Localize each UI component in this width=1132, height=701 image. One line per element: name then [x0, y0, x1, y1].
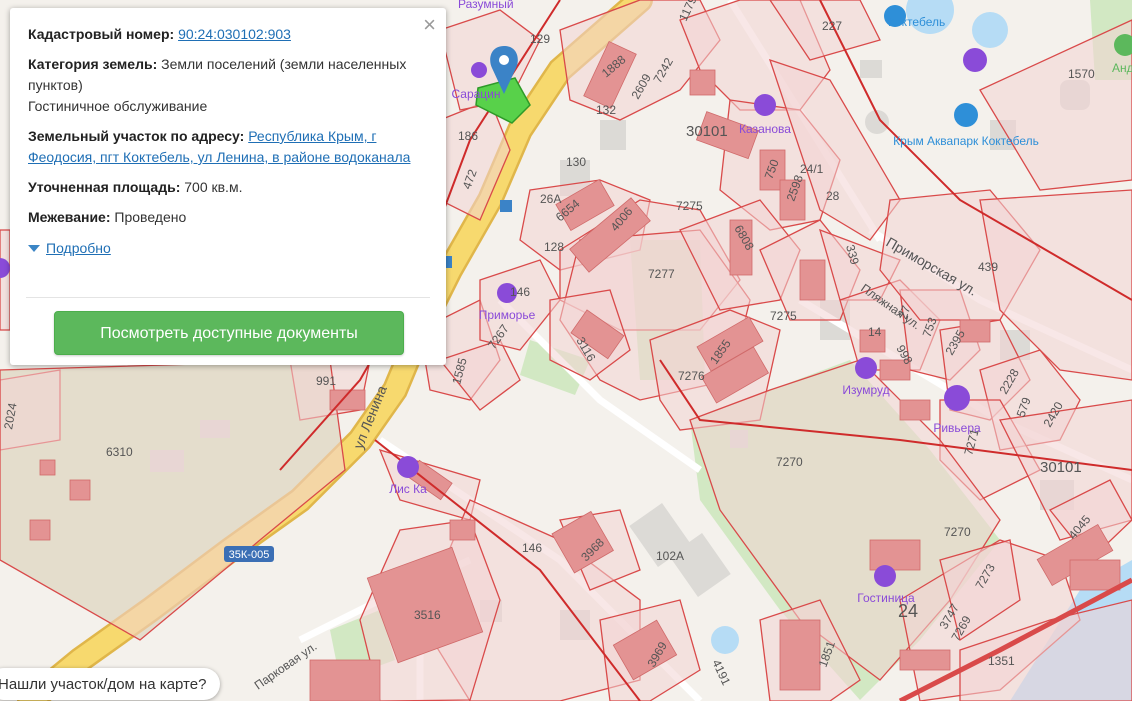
svg-text:227: 227 — [822, 19, 842, 33]
area-value: 700 кв.м. — [184, 179, 243, 195]
triangle-down-icon — [28, 245, 40, 252]
cadastral-label: Кадастровый номер: — [28, 26, 175, 42]
poi-label: Изумруд — [842, 383, 889, 397]
details-label: Подробно — [46, 240, 111, 256]
svg-text:146: 146 — [510, 285, 530, 299]
survey-label: Межевание: — [28, 209, 111, 225]
area-label: Уточненная площадь: — [28, 179, 181, 195]
poi-label: Казанова — [739, 122, 791, 136]
poi-label: Коктебель — [888, 15, 945, 29]
svg-text:7275: 7275 — [770, 309, 797, 323]
poi-label: Крым Аквапарк Коктебель — [893, 134, 1039, 148]
svg-text:7275: 7275 — [676, 199, 703, 213]
category-row: Категория земель: Земли поселений (земли… — [28, 54, 428, 117]
svg-text:991: 991 — [316, 374, 336, 388]
svg-text:30101: 30101 — [686, 123, 728, 140]
svg-text:30101: 30101 — [1040, 459, 1082, 476]
cadastral-row: Кадастровый номер: 90:24:030102:903 — [28, 24, 428, 45]
survey-value: Проведено — [114, 209, 187, 225]
svg-text:128: 128 — [544, 240, 564, 254]
svg-text:129: 129 — [530, 32, 550, 46]
view-documents-button[interactable]: Посмотреть доступные документы — [54, 311, 404, 355]
svg-text:1570: 1570 — [1068, 67, 1095, 81]
survey-row: Межевание: Проведено — [28, 207, 428, 228]
svg-text:7276: 7276 — [678, 369, 705, 383]
svg-text:35К-005: 35К-005 — [229, 549, 270, 561]
svg-text:7270: 7270 — [776, 455, 803, 469]
category-label: Категория земель: — [28, 56, 158, 72]
svg-text:7277: 7277 — [648, 267, 675, 281]
area-row: Уточненная площадь: 700 кв.м. — [28, 177, 428, 198]
poi-label: Приморье — [479, 308, 536, 322]
cadastral-number-link[interactable]: 90:24:030102:903 — [178, 26, 291, 42]
svg-text:26A: 26A — [540, 192, 561, 206]
found-parcel-prompt[interactable]: Нашли участок/дом на карте? — [0, 668, 221, 700]
svg-text:24/1: 24/1 — [800, 162, 824, 176]
poi-label: Андромеда — [1112, 61, 1132, 75]
svg-text:6310: 6310 — [106, 445, 133, 459]
bus-stop-icon[interactable] — [500, 200, 512, 212]
address-label: Земельный участок по адресу: — [28, 128, 245, 144]
usage-value: Гостиничное обслуживание — [28, 98, 208, 114]
popup-divider — [26, 297, 430, 298]
poi-label: Сарацин — [451, 87, 500, 101]
svg-text:102A: 102A — [656, 549, 684, 563]
svg-text:1351: 1351 — [988, 654, 1015, 668]
close-icon[interactable]: × — [423, 14, 436, 36]
address-row: Земельный участок по адресу: Республика … — [28, 126, 428, 168]
svg-text:14: 14 — [868, 325, 882, 339]
details-toggle[interactable]: Подробно — [28, 238, 111, 259]
svg-text:3516: 3516 — [414, 608, 441, 622]
poi-label: Лис Ка — [389, 482, 427, 496]
found-parcel-prompt-label: Нашли участок/дом на карте? — [0, 675, 207, 693]
svg-text:146: 146 — [522, 541, 542, 555]
svg-text:28: 28 — [826, 189, 840, 203]
svg-text:186: 186 — [458, 129, 478, 143]
road-badge: 35К-005 — [224, 546, 274, 562]
svg-text:439: 439 — [978, 260, 998, 274]
svg-text:24: 24 — [898, 601, 918, 621]
parcel-info-popup: × Кадастровый номер: 90:24:030102:903 Ка… — [10, 8, 446, 365]
svg-text:130: 130 — [566, 155, 586, 169]
svg-text:7270: 7270 — [944, 525, 971, 539]
svg-text:132: 132 — [596, 103, 616, 117]
poi-label: Разумный — [458, 0, 514, 11]
